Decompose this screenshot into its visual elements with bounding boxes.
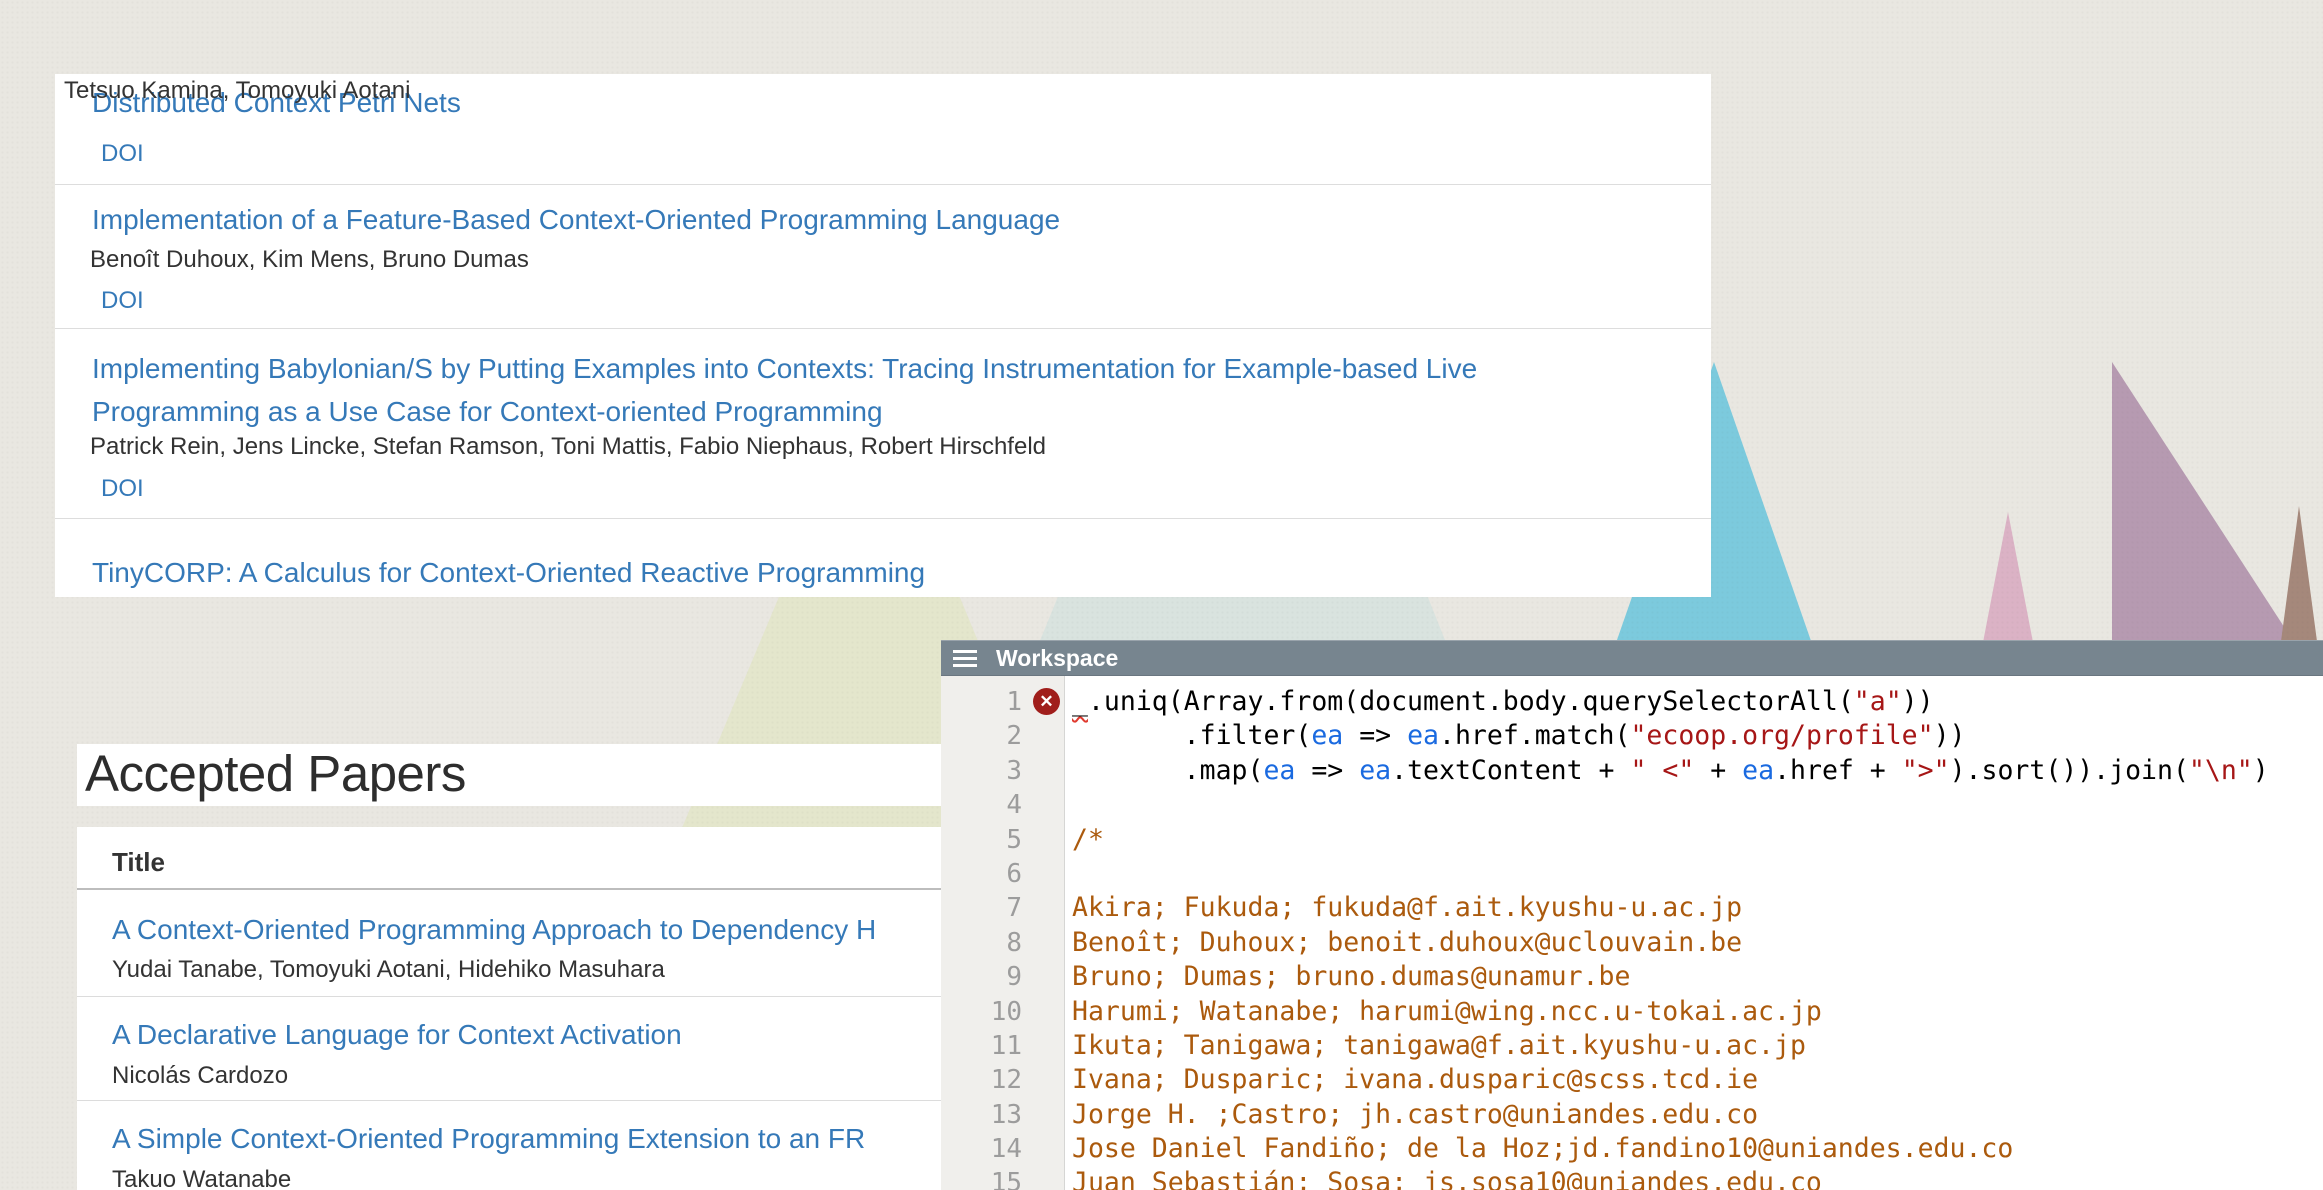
paper-title-line: Implementing Babylonian/S by Putting Exa… — [92, 347, 1672, 390]
code-line: Benoît; Duhoux; benoit.duhoux@uclouvain.… — [1072, 926, 2323, 960]
paper-authors: Tetsuo Kamina, Tomoyuki Aotani — [64, 77, 410, 105]
line-number: 7 — [941, 891, 1064, 925]
row-divider — [55, 328, 1711, 329]
screen: Distributed Context Petri Nets Tetsuo Ka… — [0, 0, 2323, 1190]
paper-title-link[interactable]: A Declarative Language for Context Activ… — [112, 1019, 682, 1051]
code-line: Akira; Fukuda; fukuda@f.ait.kyushu-u.ac.… — [1072, 891, 2323, 925]
table-header-title: Title — [112, 847, 165, 878]
error-marker-icon: ✕ — [1033, 688, 1060, 715]
line-number: 6 — [941, 857, 1064, 891]
code-line: /* — [1072, 823, 2323, 857]
workspace-window: Workspace 1✕23456789101112131415 _.uniq(… — [941, 640, 2323, 1190]
line-number: 10 — [941, 995, 1064, 1029]
line-number: 4 — [941, 788, 1064, 822]
code-line: _.uniq(Array.from(document.body.querySel… — [1072, 685, 2323, 719]
row-divider — [55, 184, 1711, 185]
line-number: 1✕ — [941, 685, 1064, 719]
paper-authors: Nicolás Cardozo — [112, 1062, 288, 1090]
code-line: Harumi; Watanabe; harumi@wing.ncc.u-toka… — [1072, 995, 2323, 1029]
code-editor[interactable]: 1✕23456789101112131415 _.uniq(Array.from… — [941, 676, 2323, 1190]
code-line: Bruno; Dumas; bruno.dumas@unamur.be — [1072, 960, 2323, 994]
paper-title-link[interactable]: TinyCORP: A Calculus for Context-Oriente… — [92, 557, 925, 589]
row-divider — [55, 518, 1711, 519]
line-number: 14 — [941, 1132, 1064, 1166]
hamburger-menu-icon[interactable] — [953, 650, 977, 667]
paper-title-link[interactable]: Implementation of a Feature-Based Contex… — [92, 204, 1060, 236]
paper-title-link[interactable]: A Context-Oriented Programming Approach … — [112, 914, 876, 946]
paper-title-link[interactable]: A Simple Context-Oriented Programming Ex… — [112, 1123, 865, 1155]
code-line: Jose Daniel Fandiño; de la Hoz;jd.fandin… — [1072, 1132, 2323, 1166]
workspace-titlebar[interactable]: Workspace — [941, 640, 2323, 676]
paper-title-link[interactable]: Implementing Babylonian/S by Putting Exa… — [92, 347, 1672, 433]
editor-gutter: 1✕23456789101112131415 — [941, 676, 1065, 1190]
code-line: .map(ea => ea.textContent + " <" + ea.hr… — [1072, 754, 2323, 788]
line-number: 11 — [941, 1029, 1064, 1063]
line-number: 13 — [941, 1098, 1064, 1132]
doi-link[interactable]: DOI — [101, 287, 144, 315]
line-number: 3 — [941, 754, 1064, 788]
code-line: Ivana; Dusparic; ivana.dusparic@scss.tcd… — [1072, 1063, 2323, 1097]
workspace-window-title: Workspace — [996, 641, 1118, 677]
code-line — [1072, 857, 2323, 891]
doi-link[interactable]: DOI — [101, 475, 144, 503]
code-line: .filter(ea => ea.href.match("ecoop.org/p… — [1072, 719, 2323, 753]
editor-code-area[interactable]: _.uniq(Array.from(document.body.querySel… — [1065, 676, 2323, 1190]
line-number: 8 — [941, 926, 1064, 960]
paper-authors: Yudai Tanabe, Tomoyuki Aotani, Hidehiko … — [112, 956, 665, 984]
line-number: 5 — [941, 823, 1064, 857]
code-line: Juan Sebastián; Sosa; js.sosa10@uniandes… — [1072, 1166, 2323, 1190]
line-number: 9 — [941, 960, 1064, 994]
paper-authors: Takuo Watanabe — [112, 1166, 291, 1190]
paper-list-panel: Distributed Context Petri Nets Tetsuo Ka… — [55, 74, 1711, 597]
paper-title-line: Programming as a Use Case for Context-or… — [92, 390, 1672, 433]
paper-authors: Patrick Rein, Jens Lincke, Stefan Ramson… — [90, 433, 1046, 461]
line-number: 2 — [941, 719, 1064, 753]
code-line: Jorge H. ;Castro; jh.castro@uniandes.edu… — [1072, 1098, 2323, 1132]
line-number: 12 — [941, 1063, 1064, 1097]
code-line: Ikuta; Tanigawa; tanigawa@f.ait.kyushu-u… — [1072, 1029, 2323, 1063]
line-number: 15 — [941, 1166, 1064, 1190]
code-line — [1072, 788, 2323, 822]
page-title: Accepted Papers — [85, 744, 466, 803]
doi-link[interactable]: DOI — [101, 140, 144, 168]
paper-authors: Benoît Duhoux, Kim Mens, Bruno Dumas — [90, 246, 529, 274]
